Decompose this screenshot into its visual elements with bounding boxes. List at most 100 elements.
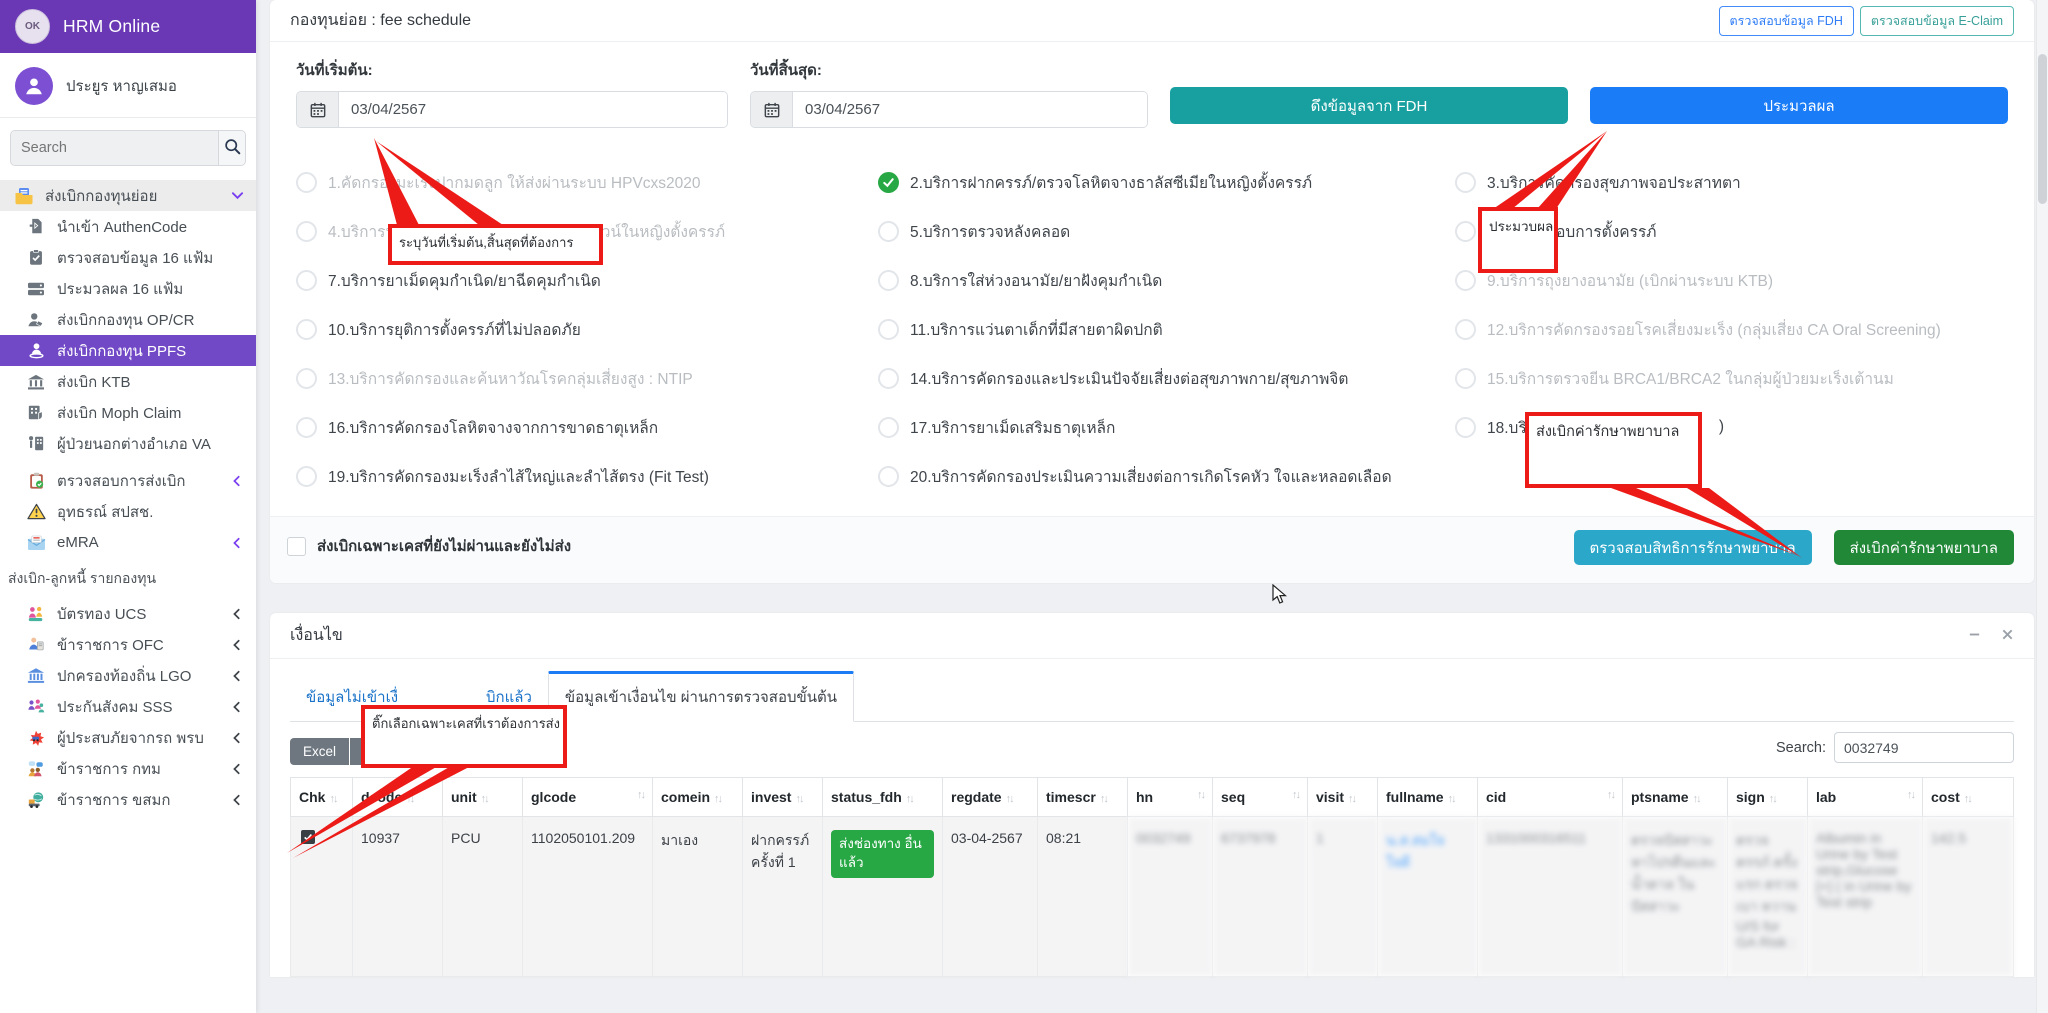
fetch-fdh-button[interactable]: ดึงข้อมูลจาก FDH: [1170, 87, 1568, 124]
sidebar-item-process-16[interactable]: ประมวลผล 16 แฟ้ม: [0, 273, 256, 304]
col-regdate[interactable]: regdate: [943, 778, 1038, 817]
sort-icon[interactable]: [1197, 789, 1204, 801]
sort-icon[interactable]: [1907, 789, 1914, 801]
sort-icon[interactable]: [1769, 793, 1776, 805]
col-hn[interactable]: hn: [1128, 778, 1213, 817]
service-option-12[interactable]: 12.บริการคัดกรองรอยโรคเสี่ยงมะเร็ง (กลุ่…: [1455, 315, 2008, 343]
sort-icon[interactable]: [1006, 793, 1013, 805]
search-input[interactable]: [11, 131, 218, 165]
service-option-17[interactable]: 17.บริการยาเม็ดเสริมธาตุเหล็ก: [878, 413, 1455, 441]
col-invest[interactable]: invest: [743, 778, 823, 817]
radio-icon[interactable]: [296, 221, 317, 242]
service-option-16[interactable]: 16.บริการคัดกรองโลหิตจางจากการขาดธาตุเหล…: [296, 413, 878, 441]
check-eclaim-button[interactable]: ตรวจสอบข้อมูล E-Claim: [1860, 6, 2014, 36]
sort-icon[interactable]: [1693, 793, 1700, 805]
sidebar-item-authencode[interactable]: นำเข้า AuthenCode: [0, 211, 256, 242]
col-chk[interactable]: Chk: [291, 778, 353, 817]
sort-icon[interactable]: [481, 793, 488, 805]
service-option-14[interactable]: 14.บริการคัดกรองและประเมินปัจจัยเสี่ยงต่…: [878, 364, 1455, 392]
sidebar-item-sub-fund[interactable]: ส่งเบิกกองทุนย่อย: [0, 180, 256, 211]
radio-icon[interactable]: [296, 319, 317, 340]
radio-icon[interactable]: [1455, 172, 1476, 193]
sidebar-item-moph-claim[interactable]: ส่งเบิก Moph Claim: [0, 397, 256, 428]
sidebar-item-check-16[interactable]: ตรวจสอบข้อมูล 16 แฟ้ม: [0, 242, 256, 273]
col-glcode[interactable]: glcode: [523, 778, 653, 817]
service-option-13[interactable]: 13.บริการคัดกรองและค้นหาวัณโรคกลุ่มเสี่ย…: [296, 364, 878, 392]
radio-icon[interactable]: [1455, 270, 1476, 291]
col-cost[interactable]: cost: [1923, 778, 2014, 817]
sort-icon[interactable]: [406, 793, 413, 805]
service-option-19[interactable]: 19.บริการคัดกรองมะเร็งลำไส้ใหญ่และลำไส้ต…: [296, 462, 878, 490]
sidebar-item-va[interactable]: ผู้ป่วยนอกต่างอำเภอ VA: [0, 428, 256, 459]
radio-icon[interactable]: [878, 368, 899, 389]
check-rights-button[interactable]: ตรวจสอบสิทธิการรักษาพยาบาล: [1574, 530, 1812, 565]
submit-claim-button[interactable]: ส่งเบิกค่ารักษาพยาบาล: [1834, 530, 2014, 565]
service-option-2[interactable]: 2.บริการฝากครรภ์/ตรวจโลหิตจางธาลัสซีเมีย…: [878, 168, 1455, 196]
radio-icon[interactable]: [878, 270, 899, 291]
sort-icon[interactable]: [637, 789, 644, 801]
sidebar-item-check-submission[interactable]: ตรวจสอบการส่งเบิก: [0, 465, 256, 496]
sidebar-item-sss[interactable]: ประกันสังคม SSS: [0, 691, 256, 722]
tab-matching-passed[interactable]: ข้อมูลเข้าเงื่อนไข ผ่านการตรวจสอบขั้นต้น: [548, 671, 854, 722]
sidebar-item-ofc[interactable]: ข้าราชการ OFC: [0, 629, 256, 660]
row-checkbox-checked-icon[interactable]: [301, 830, 315, 844]
radio-icon[interactable]: [1455, 368, 1476, 389]
radio-icon[interactable]: [296, 368, 317, 389]
sort-icon[interactable]: [714, 793, 721, 805]
cell-fullname[interactable]: น.ส.สมใจ ใจดี: [1378, 817, 1478, 977]
sort-icon[interactable]: [1448, 793, 1455, 805]
service-option-1[interactable]: 1.คัดกรองมะเร็งปากมดลูก ให้ส่งผ่านระบบ H…: [296, 168, 878, 196]
radio-icon[interactable]: [296, 417, 317, 438]
check-fdh-button[interactable]: ตรวจสอบข้อมูล FDH: [1719, 6, 1854, 36]
col-sign[interactable]: sign: [1728, 778, 1808, 817]
radio-icon[interactable]: [1455, 417, 1476, 438]
sort-icon[interactable]: [1964, 793, 1971, 805]
sidebar-item-bmta[interactable]: ข้าราชการ ขสมก: [0, 784, 256, 815]
sidebar-item-traffic-victim[interactable]: ผู้ประสบภัยจากรถ พรบ: [0, 722, 256, 753]
end-date-input[interactable]: [793, 92, 1147, 127]
radio-icon[interactable]: [1455, 221, 1476, 242]
sidebar-item-opcr[interactable]: ส่งเบิกกองทุน OP/CR: [0, 304, 256, 335]
scrollbar-track[interactable]: [2036, 0, 2048, 1013]
radio-icon[interactable]: [296, 172, 317, 193]
col-lab[interactable]: lab: [1808, 778, 1923, 817]
col-comein[interactable]: comein: [653, 778, 743, 817]
checkbox-unchecked-icon[interactable]: [287, 537, 306, 556]
col-seq[interactable]: seq: [1213, 778, 1308, 817]
radio-icon[interactable]: [878, 417, 899, 438]
col-dcode[interactable]: dcode: [353, 778, 443, 817]
sidebar-item-appeal[interactable]: อุทธรณ์ สปสช.: [0, 496, 256, 527]
table-search-input[interactable]: [1834, 732, 2014, 763]
col-status-fdh[interactable]: status_fdh: [823, 778, 943, 817]
service-option-3[interactable]: 3.บริการคัดกรองสุขภาพจอประสาทตา: [1455, 168, 2008, 196]
sidebar-item-ktb[interactable]: ส่งเบิก KTB: [0, 366, 256, 397]
excel-button[interactable]: Excel: [290, 738, 349, 765]
radio-icon[interactable]: [878, 221, 899, 242]
start-date-input[interactable]: [339, 92, 727, 127]
radio-icon[interactable]: [296, 270, 317, 291]
sidebar-item-ucs[interactable]: บัตรทอง UCS: [0, 598, 256, 629]
service-option-7[interactable]: 7.บริการยาเม็ดคุมกำเนิด/ยาฉีดคุมกำเนิด: [296, 266, 878, 294]
sidebar-item-lgo[interactable]: ปกครองท้องถิ่น LGO: [0, 660, 256, 691]
col-cid[interactable]: cid: [1478, 778, 1623, 817]
sort-icon[interactable]: [1348, 793, 1355, 805]
sidebar-item-emra[interactable]: eMRA: [0, 527, 256, 558]
col-fullname[interactable]: fullname: [1378, 778, 1478, 817]
radio-icon[interactable]: [878, 319, 899, 340]
scrollbar-thumb[interactable]: [2038, 54, 2047, 204]
sort-icon[interactable]: [795, 793, 802, 805]
service-option-20[interactable]: 20.บริการคัดกรองประเมินความเสี่ยงต่อการเ…: [878, 462, 1455, 490]
sort-icon[interactable]: [1607, 789, 1614, 801]
service-option-15[interactable]: 15.บริการตรวจยีน BRCA1/BRCA2 ในกลุ่มผู้ป…: [1455, 364, 2008, 392]
radio-icon[interactable]: [296, 466, 317, 487]
service-option-10[interactable]: 10.บริการยุติการตั้งครรภ์ที่ไม่ปลอดภัย: [296, 315, 878, 343]
radio-icon[interactable]: [878, 466, 899, 487]
col-timescr[interactable]: timescr: [1038, 778, 1128, 817]
col-ptsname[interactable]: ptsname: [1623, 778, 1728, 817]
sidebar-item-bkk[interactable]: ข้าราชการ กทม: [0, 753, 256, 784]
minimize-icon[interactable]: [1968, 628, 1981, 644]
close-icon[interactable]: [2001, 628, 2014, 644]
sort-icon[interactable]: [1292, 789, 1299, 801]
service-option-11[interactable]: 11.บริการแว่นตาเด็กที่มีสายตาผิดปกติ: [878, 315, 1455, 343]
col-visit[interactable]: visit: [1308, 778, 1378, 817]
